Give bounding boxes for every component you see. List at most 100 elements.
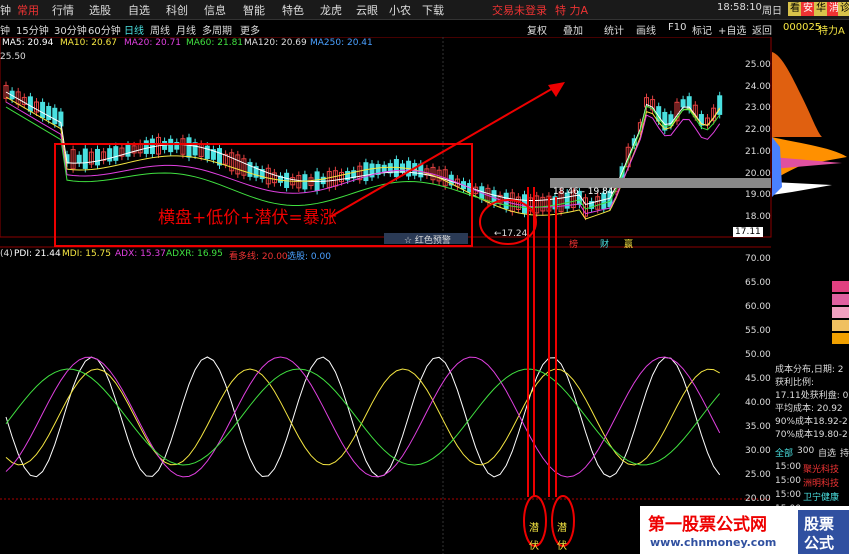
period-weekly[interactable]: 周线 xyxy=(150,22,170,37)
indicator-tick: 35.00 xyxy=(745,422,771,432)
menu-item-xiazai[interactable]: 下载 xyxy=(422,2,444,18)
tab-chi[interactable]: 持 xyxy=(840,446,849,459)
indicator-tick: 20.00 xyxy=(745,494,771,504)
stock-list-item[interactable]: 卫宁健康 xyxy=(803,490,839,503)
period-daily[interactable]: 日线 xyxy=(124,22,144,37)
tool-biaoji[interactable]: 标记 xyxy=(692,22,712,37)
stock-name: 特力A xyxy=(818,26,845,37)
menu-item-kechuang[interactable]: 科创 xyxy=(166,2,188,18)
price-tick: 24.00 xyxy=(745,81,771,92)
stock-time: 15:00 xyxy=(775,462,801,472)
chip-legend-3 xyxy=(832,307,849,318)
logo-title: 第一股票公式网 xyxy=(648,515,767,535)
zhen-button[interactable]: 诊 xyxy=(838,2,849,16)
tool-diejia[interactable]: 叠加 xyxy=(563,22,583,37)
indicator-tick: 50.00 xyxy=(745,350,771,360)
tool-fuquan[interactable]: 复权 xyxy=(527,22,547,37)
tab-zixuan[interactable]: 自选 xyxy=(818,446,836,459)
tool-huaxian[interactable]: 画线 xyxy=(636,22,656,37)
price-tick: 20.00 xyxy=(745,168,771,179)
tool-f10[interactable]: F10 xyxy=(668,22,686,33)
menu-item-xinxi[interactable]: 信息 xyxy=(204,2,226,18)
period-30min[interactable]: 30分钟 xyxy=(54,22,87,37)
dmi-indicator-lines xyxy=(5,356,721,478)
tab-all[interactable]: 全部 xyxy=(775,446,793,459)
candle xyxy=(143,140,149,154)
indicator-tick: 55.00 xyxy=(745,326,771,336)
indicator-prefix: (4) xyxy=(0,249,13,259)
stock-list-item[interactable]: 聚光科技 xyxy=(803,462,839,475)
menu-item-yunyan[interactable]: 云眼 xyxy=(356,2,378,18)
adxr-label: ADXR: 16.95 xyxy=(166,249,223,259)
period-60min[interactable]: 60分钟 xyxy=(88,22,121,37)
chip-legend-4 xyxy=(832,320,849,331)
indicator-tick: 65.00 xyxy=(745,278,771,288)
tab-300[interactable]: 300 xyxy=(797,446,814,456)
mdi-label: MDI: 15.75 xyxy=(62,249,112,259)
profit-at: 17.11处获利盘: 0 xyxy=(775,391,849,401)
star-label: ☆ 红色预警 xyxy=(404,236,451,246)
hua-button[interactable]: 华 xyxy=(814,2,828,16)
candle xyxy=(107,148,113,162)
candle xyxy=(125,144,131,157)
login-status[interactable]: 交易未登录 xyxy=(492,2,547,18)
chart-area xyxy=(0,37,772,554)
menu-item-xiaonong[interactable]: 小农 xyxy=(389,2,411,18)
menu-item-zhineng[interactable]: 智能 xyxy=(243,2,265,18)
profit-ratio: 获利比例: xyxy=(775,378,815,388)
candle xyxy=(46,106,52,120)
avg-cost: 平均成本: 20.92 xyxy=(775,404,843,414)
price-tick: 22.00 xyxy=(745,125,771,136)
stock-code: 000025 xyxy=(783,22,822,33)
chip-legend-1 xyxy=(832,281,849,292)
menu-item-longhu[interactable]: 龙虎 xyxy=(320,2,342,18)
cost-70: 70%成本19.80-2 xyxy=(775,430,848,440)
menu-item-changyong[interactable]: 常用 xyxy=(17,2,39,18)
indicator-tick: 60.00 xyxy=(745,302,771,312)
price-tag: 17.11 xyxy=(733,227,763,237)
indicator-line xyxy=(5,368,721,466)
candle xyxy=(381,164,387,173)
ma-line xyxy=(5,96,721,220)
tool-tongji[interactable]: 统计 xyxy=(604,22,624,37)
mark-bang: 榜 xyxy=(569,240,579,250)
qian-char-2: 潜 xyxy=(557,523,567,534)
chip-legend-2 xyxy=(832,294,849,305)
menu-item-tese[interactable]: 特色 xyxy=(282,2,304,18)
clock: 18:58:10 xyxy=(717,2,762,13)
candle xyxy=(52,107,58,125)
weekday: 周日 xyxy=(762,6,782,17)
indicator-tick: 30.00 xyxy=(745,446,771,456)
bull-line-label: 看多线: 20.00 xyxy=(229,252,288,262)
period-monthly[interactable]: 月线 xyxy=(176,22,196,37)
candle xyxy=(168,138,174,153)
period-more[interactable]: 更多 xyxy=(240,22,260,37)
period-cut[interactable]: 钟 xyxy=(0,22,10,37)
candle xyxy=(186,137,192,158)
price-tick: 18.00 xyxy=(745,211,771,222)
menu-cut: 钟 xyxy=(0,4,11,17)
an-button[interactable]: 安 xyxy=(801,2,815,16)
period-multi[interactable]: 多周期 xyxy=(202,22,232,37)
indicator-tick: 40.00 xyxy=(745,398,771,408)
fu-char-2: 伏 xyxy=(557,541,567,552)
qian-char-1: 潜 xyxy=(529,523,539,534)
moving-average-lines xyxy=(5,91,721,220)
logo-url: www.chnmoney.com xyxy=(650,536,777,549)
menu-item-zixuan[interactable]: 自选 xyxy=(128,2,150,18)
kan-button[interactable]: 看 xyxy=(788,2,802,16)
tool-back[interactable]: 返回 xyxy=(752,22,772,37)
candle xyxy=(302,174,308,190)
candle xyxy=(393,159,399,178)
period-15min[interactable]: 15分钟 xyxy=(16,22,49,37)
range-label: 18.46 - 19.84 xyxy=(553,187,614,197)
candle xyxy=(204,145,210,159)
indicator-tick: 45.00 xyxy=(745,374,771,384)
menu-item-hangqing[interactable]: 行情 xyxy=(52,2,74,18)
stock-list-item[interactable]: 洲明科技 xyxy=(803,476,839,489)
logo-badge-line2: 公式 xyxy=(804,534,835,552)
indicator-tick: 70.00 xyxy=(745,254,771,264)
stock-time: 15:00 xyxy=(775,476,801,486)
menu-item-xuangu[interactable]: 选股 xyxy=(89,2,111,18)
tool-add-watchlist[interactable]: +自选 xyxy=(718,22,746,37)
